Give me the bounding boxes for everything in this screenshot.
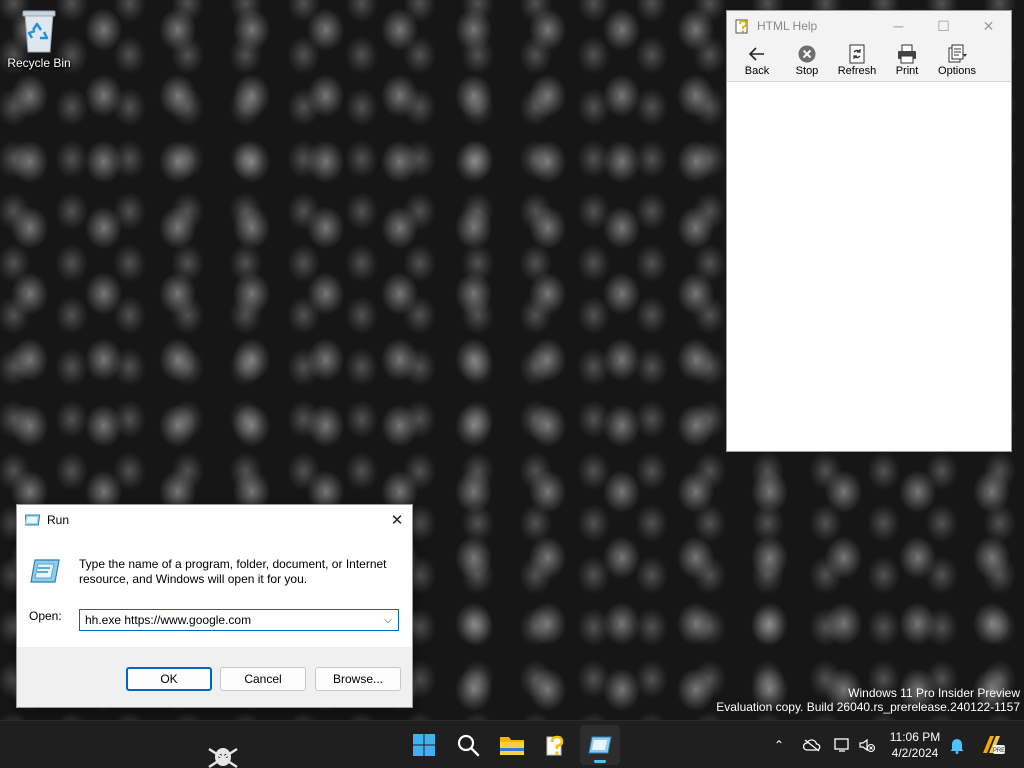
folder-icon — [500, 737, 524, 755]
stop-label: Stop — [795, 65, 819, 77]
clock-date: 4/2/2024 — [891, 746, 939, 760]
open-label: Open: — [29, 609, 62, 623]
chevron-up-icon: ⌃ — [773, 738, 785, 752]
file-explorer-taskbar-button[interactable] — [492, 725, 532, 765]
minimize-button[interactable]: ─ — [876, 11, 921, 41]
options-label: Options — [938, 65, 976, 77]
help-toolbar: Back Stop Refresh Print Options — [727, 41, 1011, 81]
notifications-button[interactable] — [946, 721, 968, 768]
back-label: Back — [744, 65, 770, 77]
recycle-bin-desktop-icon[interactable]: Recycle Bin — [4, 8, 74, 78]
refresh-button[interactable]: Refresh — [833, 41, 881, 81]
run-taskbar-button[interactable] — [580, 725, 620, 765]
clock-time: 11:06 PM — [889, 730, 941, 744]
insider-preview-icon: PRE — [983, 736, 1005, 754]
html-help-taskbar-button[interactable] — [536, 725, 576, 765]
run-titlebar[interactable]: Run ✕ — [17, 505, 412, 535]
stop-button[interactable]: Stop — [783, 41, 831, 81]
close-icon: ✕ — [982, 17, 995, 34]
refresh-label: Refresh — [837, 65, 877, 77]
recycle-bin-icon — [22, 10, 56, 53]
ok-button[interactable]: OK — [126, 667, 212, 691]
stop-icon — [798, 45, 816, 63]
open-combobox[interactable]: ⌵ — [79, 609, 399, 631]
network-tray-button[interactable] — [832, 721, 854, 768]
windows-watermark: Windows 11 Pro Insider Preview Evaluatio… — [716, 686, 1020, 714]
speaker-muted-icon — [859, 738, 876, 753]
help-content-pane[interactable] — [727, 81, 1011, 451]
chevron-down-icon[interactable]: ⌵ — [378, 615, 398, 626]
run-body: Type the name of a program, folder, docu… — [17, 535, 412, 647]
run-app-icon — [588, 736, 612, 754]
options-button[interactable]: Options — [933, 41, 981, 81]
watermark-line-2: Evaluation copy. Build 26040.rs_prerelea… — [716, 700, 1020, 714]
minimize-icon: ─ — [893, 18, 904, 34]
search-icon — [457, 734, 480, 757]
back-arrow-icon — [748, 47, 764, 61]
onedrive-tray-button[interactable] — [800, 721, 824, 768]
run-dialog-title: Run — [47, 513, 70, 527]
cloud-icon — [803, 739, 821, 752]
browse-button[interactable]: Browse... — [315, 667, 401, 691]
maximize-icon: ☐ — [937, 17, 950, 34]
help-app-icon — [735, 19, 748, 34]
html-help-window[interactable]: HTML Help ─ ☐ ✕ Back Stop Refresh Print … — [726, 10, 1012, 452]
network-icon — [834, 738, 849, 752]
printer-icon — [898, 44, 916, 64]
print-button[interactable]: Print — [883, 41, 931, 81]
show-hidden-icons-button[interactable]: ⌃ — [768, 721, 790, 768]
help-window-title: HTML Help — [757, 19, 818, 33]
run-program-icon — [30, 559, 60, 583]
run-footer: OK Cancel Browse... — [17, 647, 412, 707]
close-icon: ✕ — [390, 512, 404, 529]
maximize-button[interactable]: ☐ — [921, 11, 966, 41]
refresh-icon — [849, 44, 865, 64]
svg-text:PRE: PRE — [993, 748, 1005, 754]
cancel-button[interactable]: Cancel — [220, 667, 306, 691]
open-input[interactable] — [80, 610, 378, 630]
system-clock[interactable]: 11:06 PM 4/2/2024 — [884, 729, 946, 761]
options-icon — [948, 44, 967, 63]
help-app-icon — [546, 735, 564, 756]
run-dialog[interactable]: Run ✕ Type the name of a program, folder… — [16, 504, 413, 708]
volume-tray-button[interactable] — [856, 721, 878, 768]
help-titlebar[interactable]: HTML Help ─ ☐ ✕ — [727, 11, 1011, 41]
watermark-line-1: Windows 11 Pro Insider Preview — [848, 686, 1020, 700]
skull-widget-icon[interactable] — [206, 743, 240, 768]
run-close-button[interactable]: ✕ — [382, 505, 412, 535]
print-label: Print — [895, 65, 919, 77]
windows-logo-icon — [413, 734, 435, 756]
search-button[interactable] — [448, 725, 488, 765]
run-app-icon — [25, 514, 41, 526]
back-button[interactable]: Back — [733, 41, 781, 81]
taskbar: ⌃ 11:06 PM 4/2/2024 PRE — [0, 720, 1024, 768]
insider-badge-button[interactable]: PRE — [978, 721, 1008, 768]
recycle-bin-label: Recycle Bin — [7, 56, 71, 70]
start-button[interactable] — [404, 725, 444, 765]
run-description: Type the name of a program, folder, docu… — [79, 557, 387, 586]
close-button[interactable]: ✕ — [966, 11, 1011, 41]
bell-icon — [950, 739, 964, 754]
